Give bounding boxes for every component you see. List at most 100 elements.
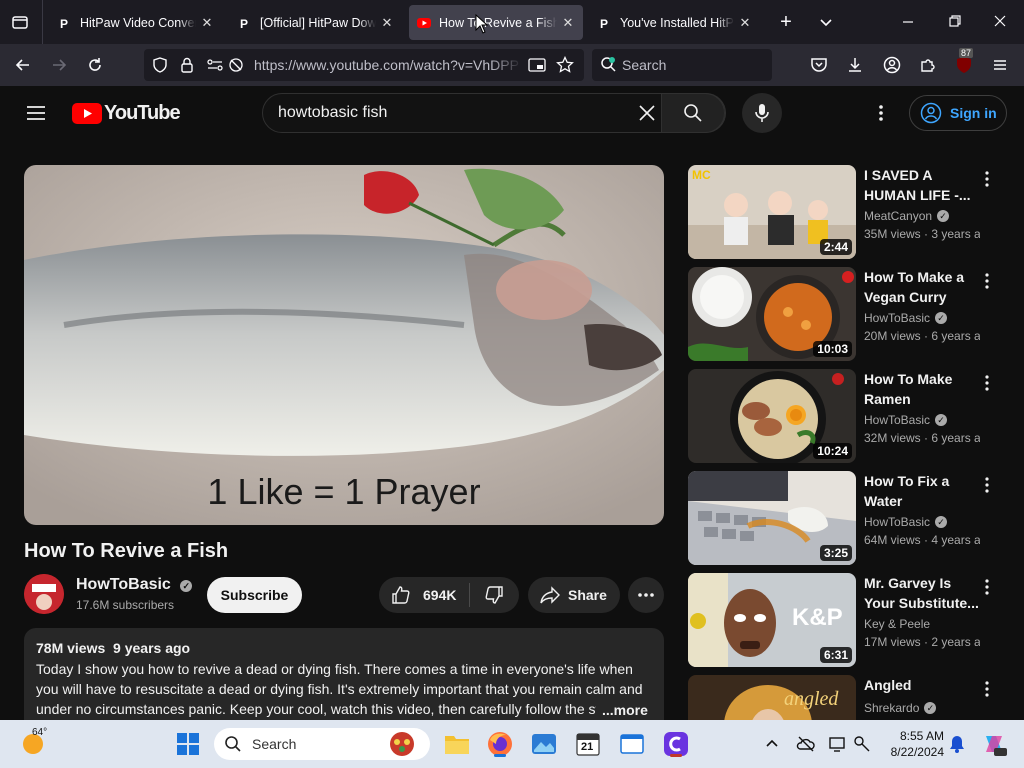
tab-hitpaw-download[interactable]: P [Official] HitPaw Download ✕ [230,5,402,40]
video-thumbnail[interactable]: angled [688,675,856,720]
pocket-button[interactable] [806,52,832,78]
notification-bell-icon[interactable] [948,734,966,759]
channel-name[interactable]: HowToBasic ✓ [76,576,193,594]
description-box[interactable]: 78M views 9 years ago Today I show you h… [24,628,664,720]
more-vert-icon[interactable] [980,473,994,497]
close-tab-icon[interactable]: ✕ [380,15,394,31]
app-menu-button[interactable] [987,52,1013,78]
copilot-icon[interactable] [980,730,1008,763]
taskbar-search-box[interactable]: Search [214,728,430,760]
tab-hitpaw-installed[interactable]: P You've Installed HitPaw ✕ [590,5,760,40]
channel-avatar[interactable] [24,574,64,614]
start-button[interactable] [176,732,200,761]
extension-badge: 87 [959,48,974,58]
tab-youtube-active[interactable]: How To Revive a Fish - YouTube ✕ [409,5,583,40]
sign-in-button[interactable]: Sign in [909,95,1007,131]
forward-button[interactable] [46,52,72,78]
more-vert-icon[interactable] [980,269,994,293]
bookmark-star-icon[interactable] [556,55,574,79]
close-window-icon[interactable] [988,12,1012,32]
settings-more-button[interactable] [876,103,886,128]
recommendation-title[interactable]: I SAVED A HUMAN LIFE -... [864,165,980,205]
list-all-tabs-icon[interactable] [816,12,836,32]
address-bar[interactable]: https://www.youtube.com/watch?v=VhDPP [144,49,584,81]
verified-badge-icon: ✓ [935,516,948,528]
picture-in-picture-icon[interactable] [528,57,546,78]
lock-icon[interactable] [180,57,194,78]
video-player[interactable]: 1 Like = 1 Prayer [24,165,664,525]
guide-menu-button[interactable] [24,101,48,130]
browser-search-box[interactable]: Search [592,49,772,81]
dislike-button[interactable] [470,577,518,613]
share-button[interactable]: Share [528,577,620,613]
extension-adblock-button[interactable]: 87 [951,48,977,78]
weather-widget[interactable]: 64° [20,727,47,761]
recommendation-meta: 17M views · 2 years ago [864,635,980,649]
recommendation-item[interactable]: angled Angled Shrekardo ✓ [688,675,1024,720]
reload-button[interactable] [82,52,108,78]
display-icon[interactable] [828,734,848,759]
youtube-search-input[interactable]: howtobasic fish [278,104,387,122]
video-thumbnail[interactable]: 10:24 [688,369,856,463]
recommendation-item[interactable]: MC 2:44 I SAVED A HUMAN LIFE -... MeatCa… [688,165,1024,259]
tab-list-icon[interactable] [10,12,30,32]
firefox-icon[interactable] [486,730,514,758]
recommendation-title[interactable]: How To Fix a Water Damaged... [864,471,980,511]
permissions-icon[interactable] [206,57,224,78]
autoplay-blocked-icon[interactable] [228,57,244,78]
clear-search-icon[interactable] [637,103,657,128]
show-hidden-icons-chevron-icon[interactable] [764,736,780,757]
url-text[interactable]: https://www.youtube.com/watch?v=VhDPP [254,57,522,73]
recommendation-title[interactable]: Angled [864,675,980,695]
close-tab-icon[interactable]: ✕ [561,15,575,31]
channel-name-text[interactable]: HowToBasic [76,576,171,593]
voice-search-button[interactable] [742,93,782,133]
onedrive-offline-icon[interactable] [796,734,816,759]
new-tab-icon[interactable]: + [776,12,796,32]
recommendation-title[interactable]: How To Make a Vegan Curry [864,267,980,307]
more-vert-icon[interactable] [980,371,994,395]
recommendation-item[interactable]: K&P 6:31 Mr. Garvey Is Your Substitute..… [688,573,1024,667]
video-thumbnail[interactable]: K&P 6:31 [688,573,856,667]
file-explorer-icon[interactable] [443,730,471,758]
more-vert-icon[interactable] [980,575,994,599]
recommendation-title[interactable]: How To Make Ramen [864,369,980,409]
hitpaw-app-icon[interactable] [662,730,690,758]
minimize-window-icon[interactable] [896,12,920,32]
youtube-search-button[interactable] [661,93,725,133]
reload-icon [89,58,101,71]
downloads-button[interactable] [842,52,868,78]
more-actions-button[interactable] [628,577,664,613]
extensions-button[interactable] [915,52,941,78]
back-button[interactable] [10,52,36,78]
recommendation-item[interactable]: 3:25 How To Fix a Water Damaged... HowTo… [688,471,1024,565]
video-thumbnail[interactable]: MC 2:44 [688,165,856,259]
tab-hitpaw-converter[interactable]: P HitPaw Video Converter ✕ [50,5,222,40]
ublock-icon [957,57,971,73]
recommendation-item[interactable]: 10:03 How To Make a Vegan Curry HowToBas… [688,267,1024,361]
window-app-icon[interactable] [618,730,646,758]
video-thumbnail[interactable]: 3:25 [688,471,856,565]
close-tab-icon[interactable]: ✕ [200,15,214,31]
svg-text:P: P [600,17,608,29]
like-button[interactable]: 694K [379,577,469,613]
more-vert-icon[interactable] [980,167,994,191]
recommendation-title[interactable]: Mr. Garvey Is Your Substitute... [864,573,980,613]
photos-app-icon[interactable] [530,730,558,758]
subscribe-button[interactable]: Subscribe [207,577,302,613]
youtube-search-box[interactable]: howtobasic fish [262,93,726,133]
video-thumbnail[interactable]: 10:03 [688,267,856,361]
recommendation-item[interactable]: 10:24 How To Make Ramen HowToBasic ✓ 32M … [688,369,1024,463]
more-vert-icon[interactable] [980,677,994,701]
show-more-link[interactable]: ...more [596,702,648,718]
restore-window-icon[interactable] [942,12,966,32]
clock-date: 8/22/2024 [890,745,944,759]
close-tab-icon[interactable]: ✕ [738,15,752,31]
network-icon[interactable] [852,734,872,759]
system-clock[interactable]: 8:55 AM 8/22/2024 [884,728,944,760]
calendar-app-icon[interactable]: 21 [574,730,602,758]
verified-badge-icon: ✓ [935,414,948,426]
tracking-protection-shield-icon[interactable] [152,57,168,78]
youtube-logo[interactable]: YouTube [72,102,181,125]
account-button[interactable] [879,52,905,78]
